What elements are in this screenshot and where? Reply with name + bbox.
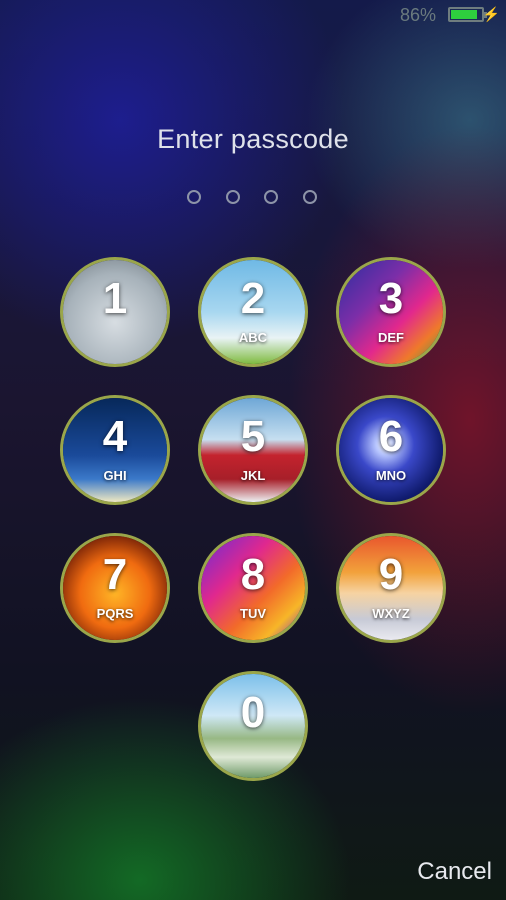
key-2[interactable]: 2 ABC [198, 257, 308, 367]
key-letters: MNO [375, 468, 407, 483]
key-7[interactable]: 7 PQRS [60, 533, 170, 643]
key-letters: JKL [240, 468, 266, 483]
key-6[interactable]: 6 MNO [336, 395, 446, 505]
bolt-icon: ⚡ [482, 6, 500, 22]
page-title: Enter passcode [157, 124, 349, 154]
key-4[interactable]: 4 GHI [60, 395, 170, 505]
key-digit: 2 [240, 274, 266, 323]
cancel-button[interactable]: Cancel [417, 858, 492, 886]
passcode-dot [187, 190, 201, 204]
key-letters: WXYZ [372, 606, 410, 621]
key-1[interactable]: 1 [60, 257, 170, 367]
key-3[interactable]: 3 DEF [336, 257, 446, 367]
key-digit: 4 [102, 412, 128, 461]
key-digit: 0 [240, 688, 266, 737]
key-digit: 7 [102, 550, 128, 599]
key-letters: PQRS [96, 606, 134, 621]
key-letters: ABC [238, 330, 268, 345]
key-digit: 3 [378, 274, 404, 323]
key-digit: 1 [102, 274, 128, 323]
key-5[interactable]: 5 JKL [198, 395, 308, 505]
key-digit: 8 [240, 550, 266, 599]
key-letters: GHI [103, 468, 127, 483]
passcode-dot [226, 190, 240, 204]
battery-percent: 86% [399, 5, 436, 25]
battery-fill [451, 10, 477, 19]
battery-icon [448, 7, 487, 22]
key-0[interactable]: 0 [198, 671, 308, 781]
key-digit: 6 [378, 412, 404, 461]
passcode-dot [264, 190, 278, 204]
status-bar: 86% ⚡ [0, 0, 506, 30]
key-digit: 5 [240, 412, 266, 461]
passcode-dot [303, 190, 317, 204]
key-8[interactable]: 8 TUV [198, 533, 308, 643]
key-letters: DEF [378, 330, 404, 345]
key-digit: 9 [378, 550, 404, 599]
passcode-dots [187, 190, 327, 208]
key-9[interactable]: 9 WXYZ [336, 533, 446, 643]
key-letters: TUV [240, 606, 266, 621]
